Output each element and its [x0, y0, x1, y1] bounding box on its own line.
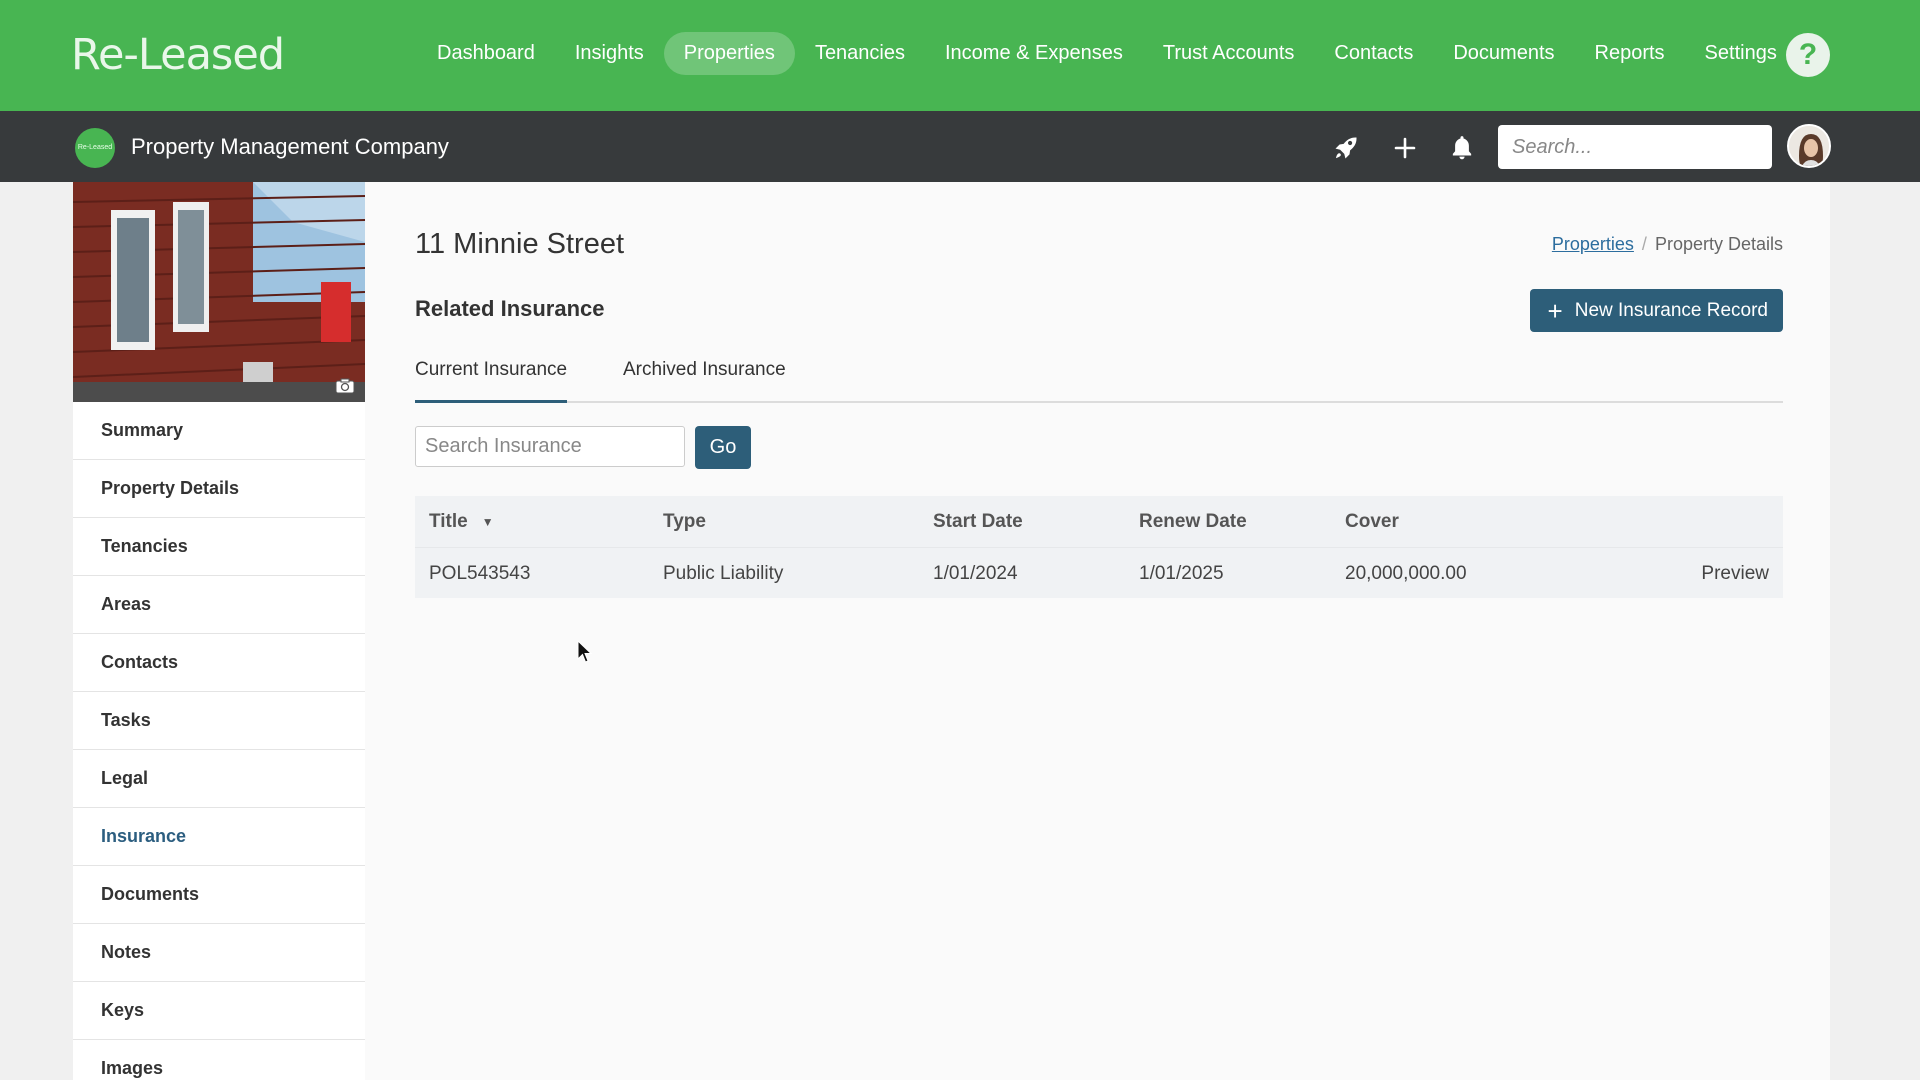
nav-settings[interactable]: Settings — [1685, 32, 1797, 75]
nav-reports[interactable]: Reports — [1575, 32, 1685, 75]
user-avatar[interactable] — [1787, 124, 1831, 168]
go-button[interactable]: Go — [695, 426, 751, 469]
new-insurance-record-button[interactable]: + New Insurance Record — [1529, 289, 1783, 332]
search-insurance-input[interactable] — [415, 426, 685, 467]
policy-title-link[interactable]: POL543543 — [429, 548, 530, 599]
nav-dashboard[interactable]: Dashboard — [417, 32, 555, 75]
section-title: Related Insurance — [415, 296, 605, 321]
column-header-title-label: Title — [429, 510, 468, 532]
page-title: 11 Minnie Street — [415, 228, 625, 260]
sidebar-item-areas[interactable]: Areas — [73, 576, 365, 634]
sidebar-item-images[interactable]: Images — [73, 1040, 365, 1080]
company-name[interactable]: Property Management Company — [131, 134, 449, 160]
nav-trust-accounts[interactable]: Trust Accounts — [1143, 32, 1315, 75]
nav-documents[interactable]: Documents — [1433, 32, 1574, 75]
camera-icon[interactable] — [335, 378, 355, 394]
column-header-cover[interactable]: Cover — [1345, 496, 1399, 547]
nav-tenancies[interactable]: Tenancies — [795, 32, 925, 75]
sort-down-icon[interactable]: ▼ — [482, 515, 494, 529]
tab-current-insurance[interactable]: Current Insurance — [415, 347, 568, 403]
rocket-icon[interactable] — [1331, 133, 1361, 163]
column-header-title[interactable]: Title ▼ — [429, 496, 494, 547]
column-header-type[interactable]: Type — [663, 496, 706, 547]
sidebar-item-documents[interactable]: Documents — [73, 866, 365, 924]
help-button[interactable]: ? — [1786, 33, 1830, 77]
top-navigation-bar: Re-Leased Dashboard Insights Properties … — [0, 0, 1920, 111]
sidebar-item-keys[interactable]: Keys — [73, 982, 365, 1040]
nav-income-expenses[interactable]: Income & Expenses — [925, 32, 1143, 75]
tab-archived-insurance[interactable]: Archived Insurance — [623, 347, 786, 403]
policy-cover: 20,000,000.00 — [1345, 562, 1467, 584]
policy-renew-date: 1/01/2025 — [1139, 562, 1224, 584]
sidebar-item-property-details[interactable]: Property Details — [73, 460, 365, 518]
main-nav: Dashboard Insights Properties Tenancies … — [417, 32, 1797, 75]
nav-insights[interactable]: Insights — [555, 32, 664, 75]
column-header-start-date[interactable]: Start Date — [933, 496, 1023, 547]
app-logo[interactable]: Re-Leased — [71, 30, 285, 80]
plus-icon[interactable] — [1390, 133, 1420, 163]
sidebar-item-tenancies[interactable]: Tenancies — [73, 518, 365, 576]
sidebar-item-notes[interactable]: Notes — [73, 924, 365, 982]
company-logo: Re-Leased — [75, 128, 115, 168]
breadcrumb: Properties / Property Details — [1552, 234, 1783, 255]
breadcrumb-properties-link[interactable]: Properties — [1552, 234, 1634, 254]
sidebar-item-contacts[interactable]: Contacts — [73, 634, 365, 692]
company-bar: Re-Leased Property Management Company — [0, 111, 1920, 182]
preview-link[interactable]: Preview — [1701, 548, 1769, 599]
policy-type: Public Liability — [663, 562, 784, 584]
property-sidenav: Summary Property Details Tenancies Areas… — [73, 402, 365, 1080]
mouse-cursor-icon — [577, 639, 593, 664]
page-content: Summary Property Details Tenancies Areas… — [73, 182, 1830, 1080]
column-header-renew-date[interactable]: Renew Date — [1139, 496, 1247, 547]
bell-icon[interactable] — [1447, 133, 1477, 163]
table-header: Title ▼ Type Start Date Renew Date Cover — [415, 496, 1783, 547]
nav-properties[interactable]: Properties — [663, 32, 795, 75]
property-sidebar: Summary Property Details Tenancies Areas… — [73, 182, 365, 1080]
sidebar-item-legal[interactable]: Legal — [73, 750, 365, 808]
nav-contacts[interactable]: Contacts — [1314, 32, 1433, 75]
property-photo[interactable] — [73, 182, 365, 402]
table-row: POL543543 Public Liability 1/01/2024 1/0… — [415, 547, 1783, 598]
global-search-input[interactable] — [1498, 125, 1772, 169]
sidebar-item-insurance[interactable]: Insurance — [73, 808, 365, 866]
plus-icon: + — [1547, 295, 1563, 326]
breadcrumb-current: Property Details — [1654, 234, 1783, 254]
sidebar-item-tasks[interactable]: Tasks — [73, 692, 365, 750]
insurance-table: Title ▼ Type Start Date Renew Date Cover… — [415, 496, 1783, 598]
breadcrumb-separator: / — [1641, 234, 1647, 254]
sidebar-item-summary[interactable]: Summary — [73, 402, 365, 460]
policy-start-date: 1/01/2024 — [933, 562, 1018, 584]
insurance-tabs: Current Insurance Archived Insurance — [415, 347, 1783, 403]
new-insurance-record-label: New Insurance Record — [1574, 299, 1768, 321]
